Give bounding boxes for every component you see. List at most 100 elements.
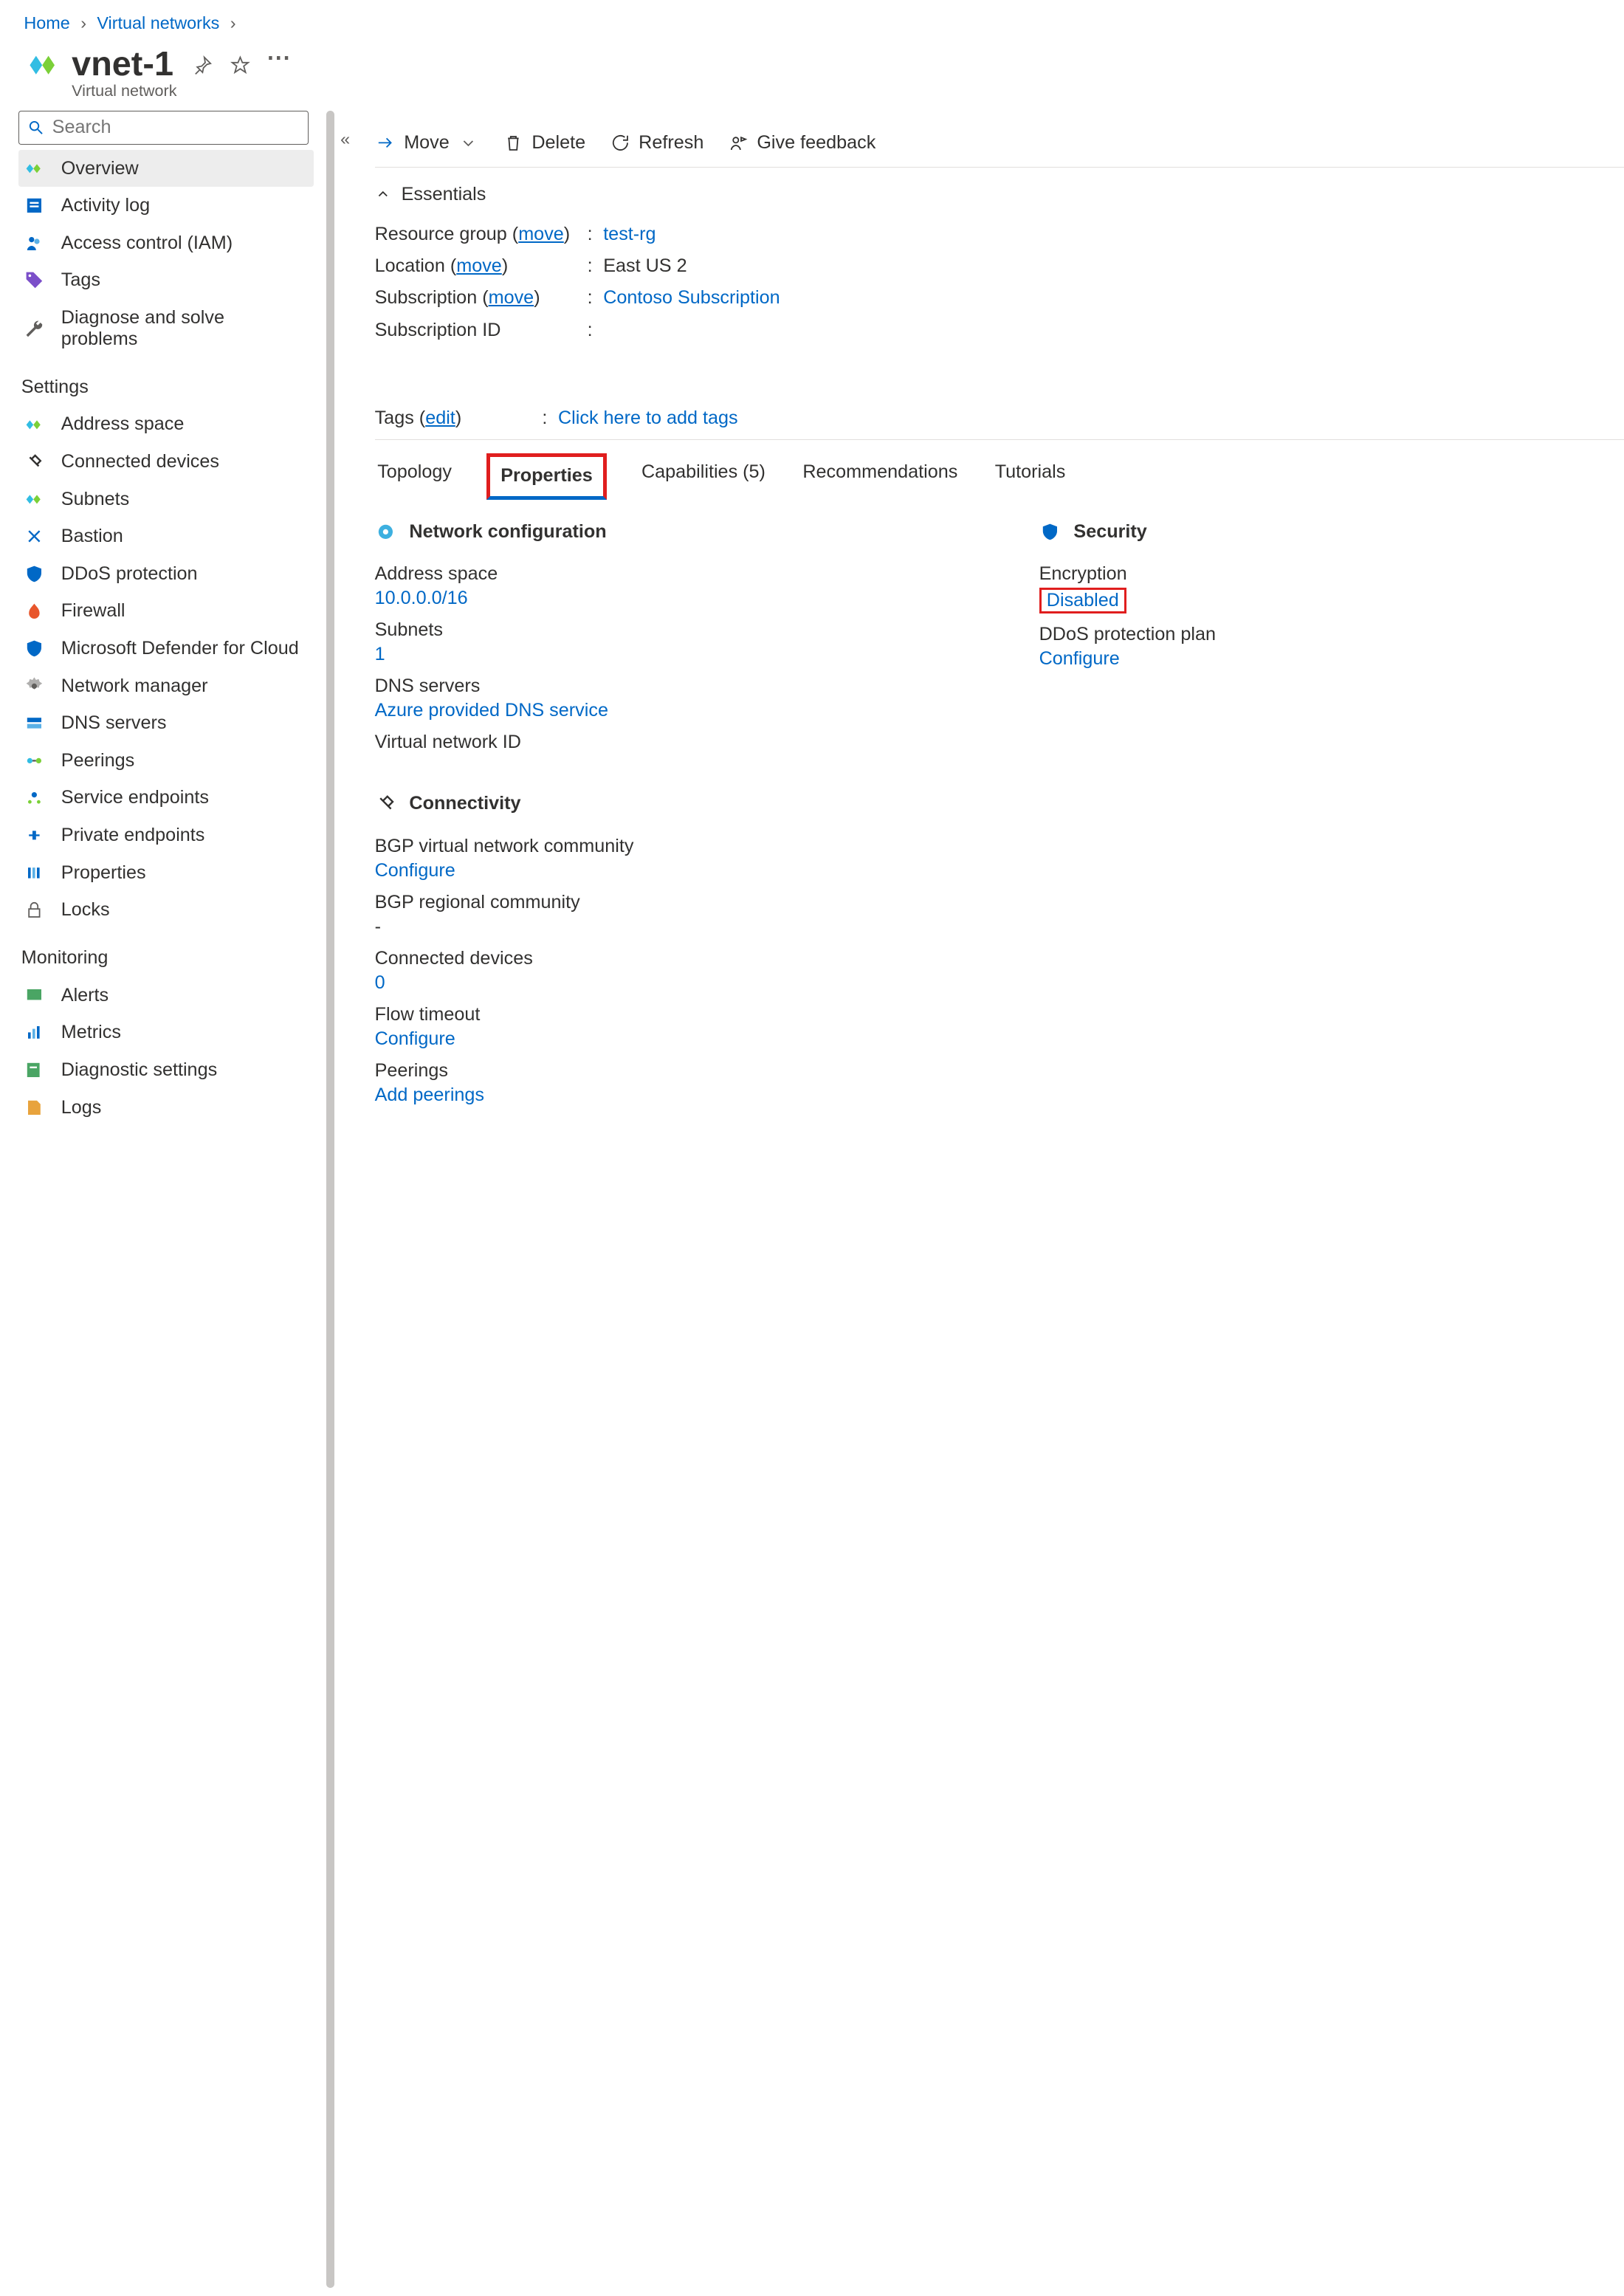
tab-properties[interactable]: Properties (486, 453, 607, 499)
sec-enc-value[interactable]: Disabled (1047, 590, 1119, 611)
net-vnid-label: Virtual network ID (375, 732, 960, 756)
refresh-icon (610, 132, 631, 154)
sec-enc-label: Encryption (1039, 563, 1624, 588)
more-icon[interactable]: ⋯ (266, 44, 293, 83)
sidebar-item-service-endpoints[interactable]: Service endpoints (18, 780, 314, 817)
conn-bgpvn-value[interactable]: Configure (375, 860, 960, 881)
conn-flow-value[interactable]: Configure (375, 1028, 960, 1050)
arrow-right-icon (375, 132, 396, 154)
panel-security: Security EncryptionDisabled DDoS protect… (1039, 521, 1624, 1111)
loc-value: East US 2 (603, 255, 687, 277)
sidebar-item-label: DNS servers (61, 712, 167, 734)
refresh-button[interactable]: Refresh (610, 132, 704, 154)
feedback-button[interactable]: Give feedback (728, 132, 876, 154)
tab-capabilities[interactable]: Capabilities (5) (639, 453, 768, 499)
sidebar-item-network-manager[interactable]: Network manager (18, 667, 314, 705)
sidebar-item-label: Peerings (61, 750, 134, 771)
loc-label: Location (375, 255, 445, 276)
delete-button[interactable]: Delete (503, 132, 585, 154)
sidebar-item-diagnostic-settings[interactable]: Diagnostic settings (18, 1051, 314, 1089)
pin-icon[interactable] (192, 44, 213, 83)
conn-peer-value[interactable]: Add peerings (375, 1085, 960, 1106)
tag-icon (24, 269, 45, 291)
sidebar-item-firewall[interactable]: Firewall (18, 593, 314, 630)
page-title: vnet-1 (72, 44, 173, 83)
net-subnets-value[interactable]: 1 (375, 644, 960, 665)
rg-label: Resource group (375, 224, 507, 244)
vnet-icon (24, 489, 45, 510)
net-dns-label: DNS servers (375, 676, 960, 700)
net-addr-label: Address space (375, 563, 960, 588)
defender-icon (24, 638, 45, 659)
bastion-icon (24, 526, 45, 547)
move-button[interactable]: Move (375, 132, 479, 154)
sidebar-item-dns[interactable]: DNS servers (18, 704, 314, 742)
sidebar-item-tags[interactable]: Tags (18, 262, 314, 300)
search-input[interactable] (52, 117, 300, 138)
sidebar-item-label: Alerts (61, 985, 109, 1006)
conn-bgpvn-label: BGP virtual network community (375, 836, 960, 860)
diagnostic-icon (24, 1059, 45, 1081)
sidebar-item-label: Connected devices (61, 451, 219, 472)
sidebar-item-activity-log[interactable]: Activity log (18, 187, 314, 224)
tags-edit-link[interactable]: edit (425, 408, 455, 428)
net-dns-value[interactable]: Azure provided DNS service (375, 700, 960, 721)
sidebar-item-label: Access control (IAM) (61, 233, 233, 254)
sidebar-item-bastion[interactable]: Bastion (18, 518, 314, 555)
sidebar-item-address-space[interactable]: Address space (18, 406, 314, 444)
tab-topology[interactable]: Topology (375, 453, 455, 499)
sidebar-item-peerings[interactable]: Peerings (18, 742, 314, 780)
tags-value[interactable]: Click here to add tags (558, 408, 738, 429)
star-icon[interactable] (230, 44, 251, 83)
breadcrumb-vnets[interactable]: Virtual networks (97, 13, 219, 33)
sec-title: Security (1073, 521, 1146, 543)
breadcrumb: Home › Virtual networks › (0, 0, 1624, 38)
net-addr-value[interactable]: 10.0.0.0/16 (375, 588, 960, 609)
sidebar-item-iam[interactable]: Access control (IAM) (18, 224, 314, 262)
sidebar-item-label: Private endpoints (61, 825, 205, 846)
refresh-label: Refresh (639, 132, 703, 154)
sidebar-item-label: Diagnostic settings (61, 1059, 217, 1081)
sidebar-item-label: Service endpoints (61, 787, 209, 808)
sub-label: Subscription (375, 287, 478, 308)
sidebar-item-label: Firewall (61, 600, 125, 622)
firewall-icon (24, 601, 45, 622)
sidebar-item-metrics[interactable]: Metrics (18, 1014, 314, 1052)
vnet-resource-icon (24, 47, 61, 83)
conn-bgprc-label: BGP regional community (375, 892, 960, 916)
vnet-icon (24, 414, 45, 436)
sub-move-link[interactable]: move (489, 287, 534, 308)
collapse-sidebar-icon[interactable]: « (340, 129, 350, 149)
sidebar-item-connected-devices[interactable]: Connected devices (18, 443, 314, 481)
tags-label: Tags (375, 408, 414, 428)
sidebar-item-ddos[interactable]: DDoS protection (18, 555, 314, 593)
sidebar-item-logs[interactable]: Logs (18, 1089, 314, 1127)
sidebar-item-diagnose[interactable]: Diagnose and solve problems (18, 299, 314, 358)
sidebar-item-defender[interactable]: Microsoft Defender for Cloud (18, 630, 314, 667)
sidebar-item-label: Address space (61, 413, 185, 435)
sidebar-item-locks[interactable]: Locks (18, 891, 314, 929)
essentials-toggle[interactable]: Essentials (375, 184, 486, 205)
sidebar-item-properties[interactable]: Properties (18, 854, 314, 892)
sidebar-scrollbar[interactable] (326, 111, 334, 2287)
loc-move-link[interactable]: move (456, 255, 502, 276)
toolbar: Move Delete Refresh Give feedback (375, 111, 1624, 168)
main-content: Move Delete Refresh Give feedback Essent… (335, 111, 1624, 2287)
rg-move-link[interactable]: move (518, 224, 564, 244)
tab-recommendations[interactable]: Recommendations (800, 453, 960, 499)
sidebar-item-overview[interactable]: Overview (18, 150, 314, 188)
conn-flow-label: Flow timeout (375, 1004, 960, 1028)
sidebar-search[interactable] (18, 111, 308, 144)
conn-cd-value[interactable]: 0 (375, 972, 960, 994)
sidebar-item-alerts[interactable]: Alerts (18, 977, 314, 1014)
sidebar-item-private-endpoints[interactable]: Private endpoints (18, 817, 314, 854)
tab-tutorials[interactable]: Tutorials (992, 453, 1068, 499)
rg-value[interactable]: test-rg (603, 224, 656, 245)
sidebar-item-subnets[interactable]: Subnets (18, 481, 314, 518)
sidebar-item-label: Overview (61, 158, 139, 179)
sidebar-item-label: DDoS protection (61, 563, 198, 585)
sub-value[interactable]: Contoso Subscription (603, 287, 780, 309)
sec-ddos-value[interactable]: Configure (1039, 648, 1624, 670)
vnet-icon (24, 158, 45, 179)
breadcrumb-home[interactable]: Home (24, 13, 69, 33)
